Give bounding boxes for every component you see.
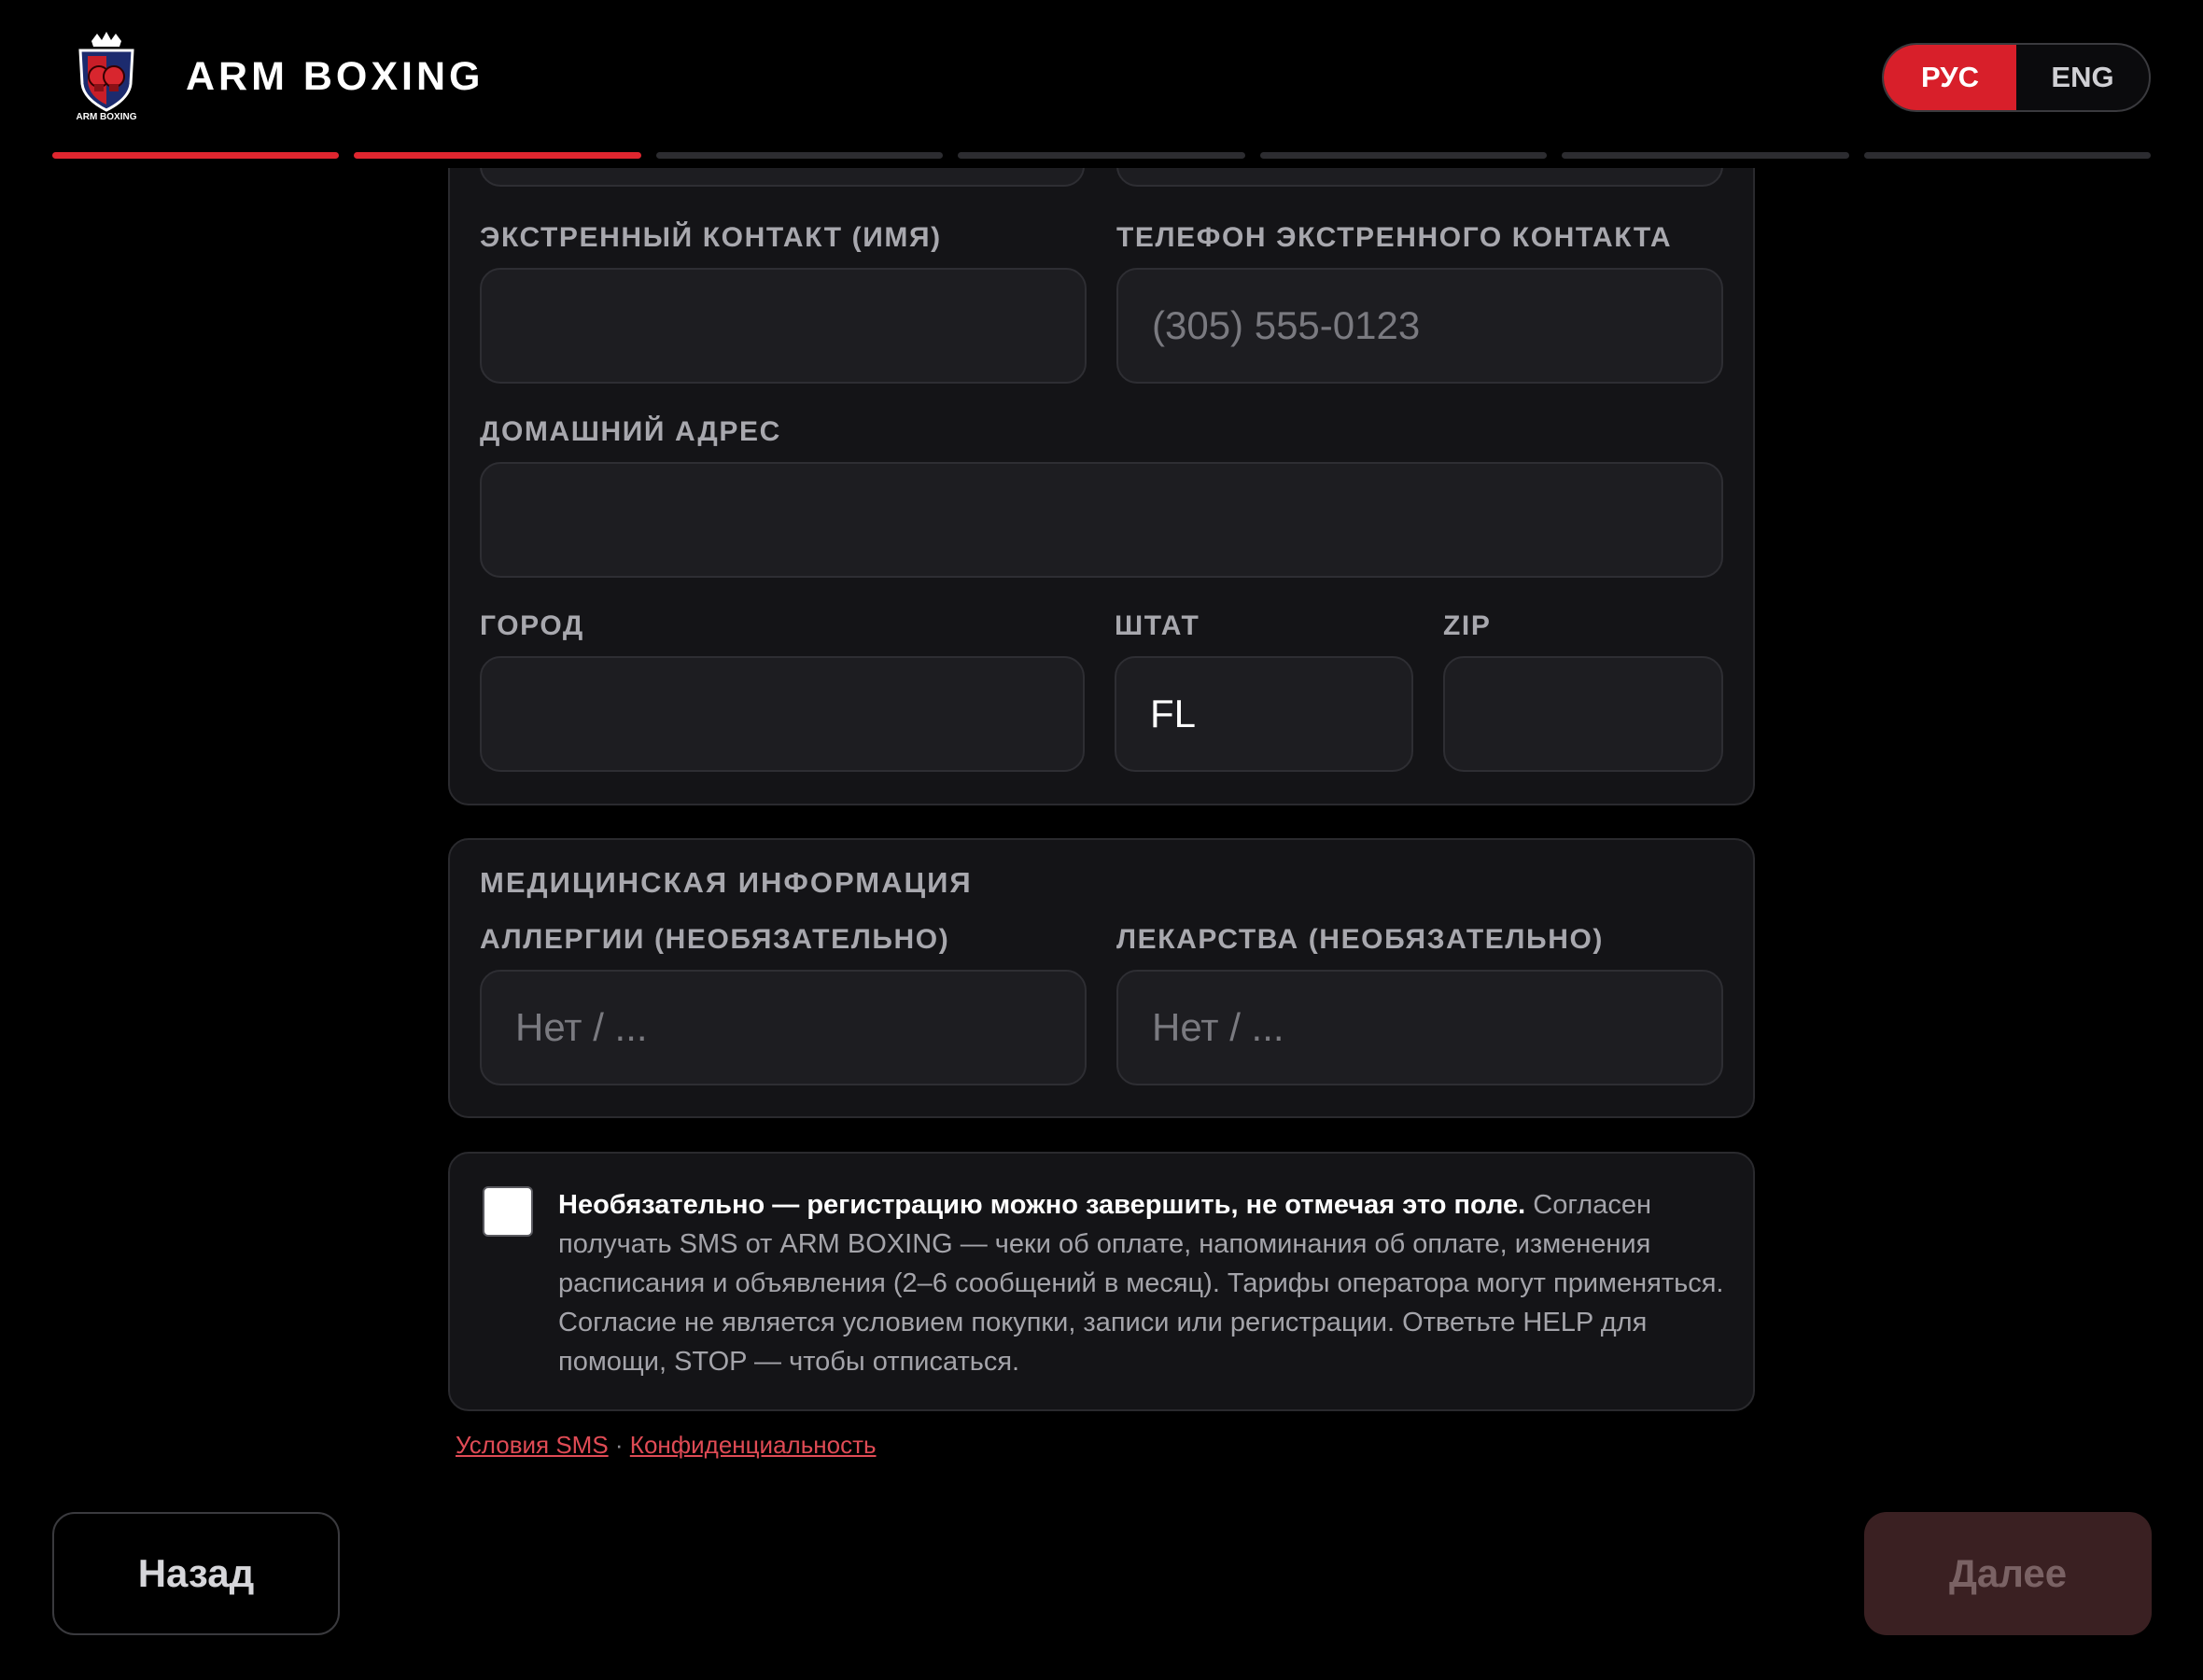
emergency-phone-input[interactable] xyxy=(1116,268,1723,384)
language-switch[interactable]: РУС ENG xyxy=(1882,43,2151,112)
privacy-link[interactable]: Конфиденциальность xyxy=(630,1431,877,1459)
lang-option-en[interactable]: ENG xyxy=(2016,45,2149,110)
progress-step-4 xyxy=(958,152,1245,159)
links-separator: · xyxy=(608,1431,630,1459)
medications-label: ЛЕКАРСТВА (НЕОБЯЗАТЕЛЬНО) xyxy=(1116,924,1604,955)
progress-step-3 xyxy=(655,152,944,159)
medications-input[interactable] xyxy=(1116,970,1723,1085)
header: ARM BOXING ARM BOXING РУС ENG xyxy=(0,0,2203,168)
legal-links: Условия SMS · Конфиденциальность xyxy=(456,1431,877,1460)
progress-step-5 xyxy=(1259,152,1548,159)
svg-text:ARM BOXING: ARM BOXING xyxy=(77,112,137,121)
state-input[interactable] xyxy=(1115,656,1413,772)
arm-boxing-logo[interactable]: ARM BOXING xyxy=(69,32,144,122)
allergies-input[interactable] xyxy=(480,970,1087,1085)
zip-input[interactable] xyxy=(1443,656,1723,772)
home-address-input[interactable] xyxy=(480,462,1723,578)
progress-step-2 xyxy=(354,152,641,159)
step-progress-bar xyxy=(52,152,2151,159)
sms-consent-text: Необязательно — регистрацию можно заверш… xyxy=(558,1185,1725,1381)
progress-step-1 xyxy=(52,152,340,159)
sms-consent-checkbox[interactable] xyxy=(483,1186,533,1237)
lang-option-ru[interactable]: РУС xyxy=(1884,45,2016,110)
back-button[interactable]: Назад xyxy=(52,1512,340,1635)
next-button[interactable]: Далее xyxy=(1864,1512,2152,1635)
emergency-name-label: ЭКСТРЕННЫЙ КОНТАКТ (ИМЯ) xyxy=(480,222,942,253)
sms-terms-link[interactable]: Условия SMS xyxy=(456,1431,609,1459)
sms-consent-bold: Необязательно — регистрацию можно заверш… xyxy=(558,1190,1526,1220)
city-input[interactable] xyxy=(480,656,1085,772)
progress-step-6 xyxy=(1562,152,1849,159)
state-label: ШТАТ xyxy=(1115,610,1200,641)
progress-step-7 xyxy=(1863,152,2151,159)
medical-section-title: МЕДИЦИНСКАЯ ИНФОРМАЦИЯ xyxy=(480,866,973,899)
emergency-phone-label: ТЕЛЕФОН ЭКСТРЕННОГО КОНТАКТА xyxy=(1116,222,1673,253)
zip-label: ZIP xyxy=(1443,610,1492,641)
allergies-label: АЛЛЕРГИИ (НЕОБЯЗАТЕЛЬНО) xyxy=(480,924,950,955)
brand-title: ARM BOXING xyxy=(186,54,484,99)
city-label: ГОРОД xyxy=(480,610,584,641)
emergency-name-input[interactable] xyxy=(480,268,1087,384)
home-address-label: ДОМАШНИЙ АДРЕС xyxy=(480,416,781,447)
